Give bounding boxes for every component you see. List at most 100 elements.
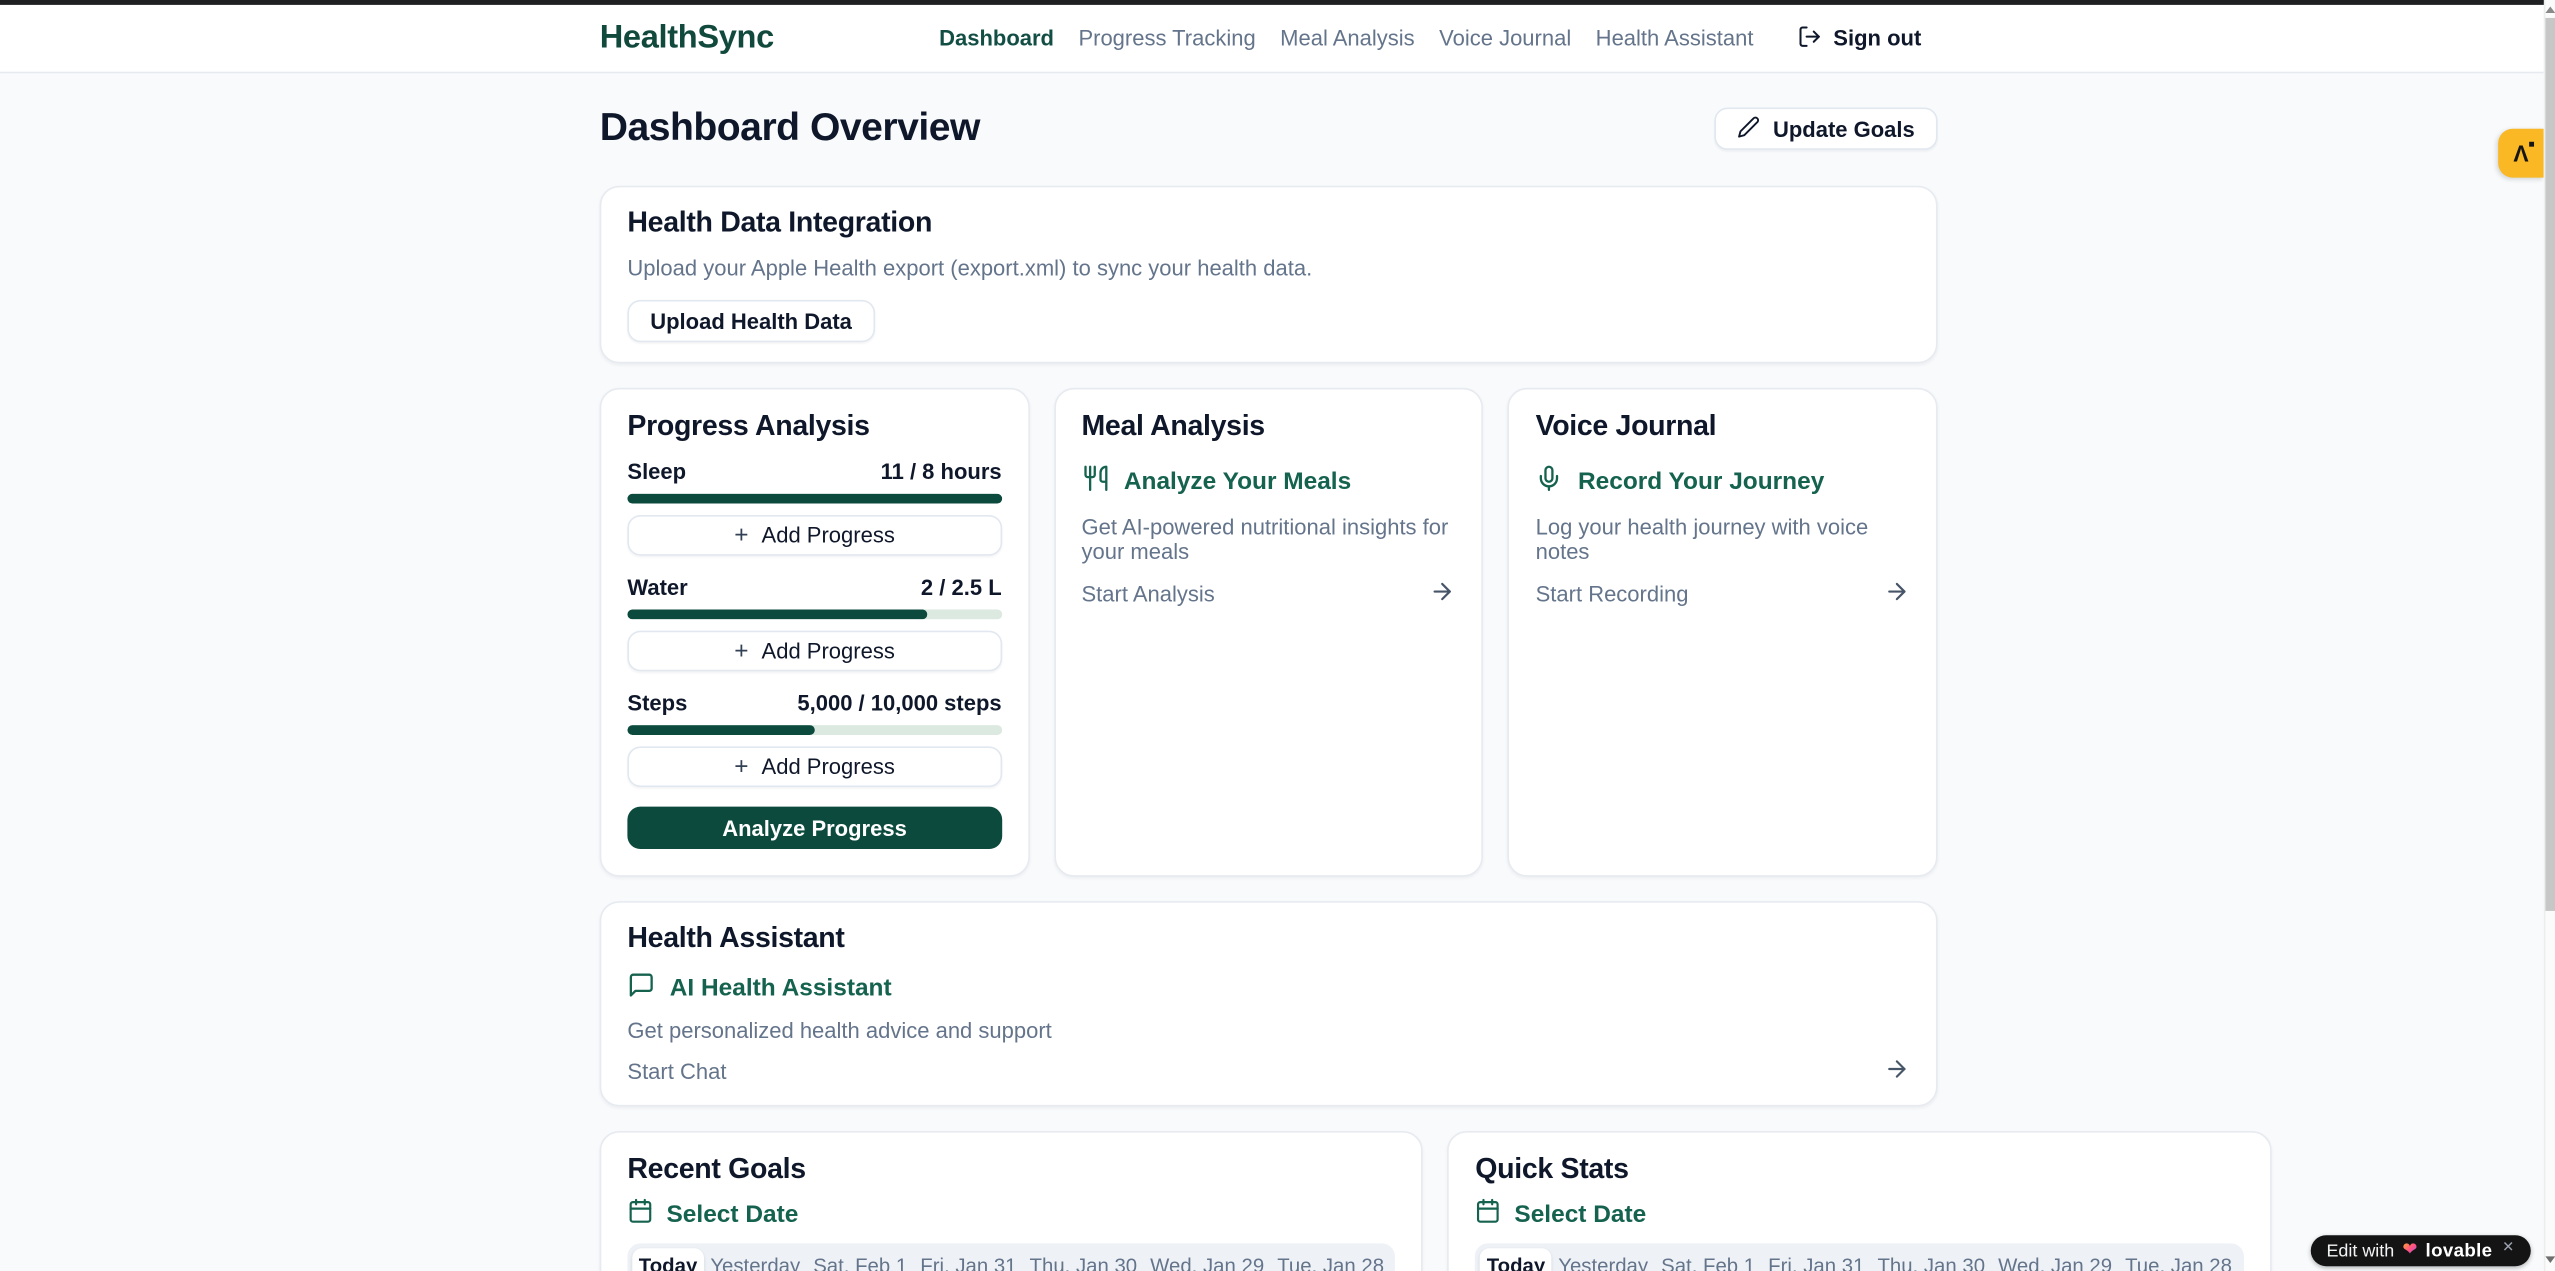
assistant-side-tab[interactable]: Λ — [2498, 129, 2544, 178]
goal-row: Water 2 / 2.5 L + Add Progress — [627, 575, 1001, 691]
card-title: Recent Goals — [627, 1152, 1395, 1186]
date-tab[interactable]: Yesterday — [1552, 1248, 1655, 1271]
add-progress-label: Add Progress — [762, 639, 895, 663]
card-description: Get AI-powered nutritional insights for … — [1081, 515, 1455, 564]
card-description: Log your health journey with voice notes — [1536, 515, 1910, 564]
goal-label: Water — [627, 575, 687, 599]
upload-health-data-button[interactable]: Upload Health Data — [627, 300, 874, 342]
arrow-right-icon — [1884, 579, 1910, 610]
ai-health-assistant-link[interactable]: AI Health Assistant — [627, 971, 1909, 1005]
date-tab[interactable]: Fri, Jan 31 — [914, 1248, 1023, 1271]
calendar-icon — [627, 1198, 653, 1231]
select-date-button[interactable]: Select Date — [627, 1198, 1395, 1231]
progress-track — [627, 609, 1001, 619]
scrollbar-thumb[interactable] — [2545, 18, 2555, 911]
progress-fill — [627, 609, 926, 619]
add-progress-button[interactable]: + Add Progress — [627, 746, 1001, 787]
update-goals-label: Update Goals — [1773, 117, 1915, 141]
update-goals-button[interactable]: Update Goals — [1714, 108, 1937, 150]
utensils-icon — [1081, 464, 1109, 498]
progress-analysis-card: Progress Analysis Sleep 11 / 8 hours — [600, 388, 1030, 877]
meal-analysis-card: Meal Analysis Analyze Your Meals Get AI-… — [1054, 388, 1484, 877]
page-title: Dashboard Overview — [600, 106, 980, 152]
card-description: Get personalized health advice and suppo… — [627, 1019, 1909, 1043]
scrollbar-down-arrow[interactable] — [2545, 1256, 2555, 1263]
quick-stats-card: Quick Stats Select Date TodayYesterdaySa… — [1448, 1131, 2271, 1271]
nav-progress-tracking[interactable]: Progress Tracking — [1078, 26, 1255, 50]
analyze-your-meals-link[interactable]: Analyze Your Meals — [1081, 464, 1455, 498]
date-tab[interactable]: Wed, Jan 29 — [1144, 1248, 1271, 1271]
date-tab[interactable]: Sat, Feb 1 — [1655, 1248, 1762, 1271]
calendar-icon — [1475, 1198, 1501, 1231]
sign-out-button[interactable]: Sign out — [1788, 22, 1931, 55]
nav-health-assistant[interactable]: Health Assistant — [1596, 26, 1754, 50]
date-tab[interactable]: Today — [1480, 1248, 1552, 1271]
pencil-icon — [1737, 115, 1760, 143]
start-recording-action[interactable]: Start Recording — [1536, 579, 1910, 610]
goal-value: 5,000 / 10,000 steps — [797, 691, 1001, 715]
date-tab[interactable]: Tue, Jan 28 — [1271, 1248, 1391, 1271]
record-your-journey-link[interactable]: Record Your Journey — [1536, 464, 1910, 498]
start-chat-action[interactable]: Start Chat — [627, 1056, 1909, 1087]
progress-track — [627, 725, 1001, 735]
date-tab[interactable]: Tue, Jan 28 — [2119, 1248, 2239, 1271]
add-progress-label: Add Progress — [762, 523, 895, 547]
plus-icon: + — [734, 523, 748, 547]
select-date-label: Select Date — [667, 1200, 799, 1228]
date-tab[interactable]: Thu, Jan 30 — [1023, 1248, 1144, 1271]
select-date-button[interactable]: Select Date — [1475, 1198, 2243, 1231]
lovable-close-icon[interactable]: ✕ — [2502, 1238, 2514, 1256]
nav-voice-journal[interactable]: Voice Journal — [1439, 26, 1571, 50]
scrollbar[interactable] — [2544, 0, 2555, 1271]
action-label: Start Recording — [1536, 582, 1689, 606]
nav-meal-analysis[interactable]: Meal Analysis — [1280, 26, 1415, 50]
lovable-badge[interactable]: Edit with ❤ lovable ✕ — [2310, 1235, 2531, 1266]
date-tab[interactable]: Wed, Jan 29 — [1992, 1248, 2119, 1271]
heart-icon: ❤ — [2402, 1242, 2417, 1260]
action-label: Start Analysis — [1081, 582, 1214, 606]
health-assistant-card: Health Assistant AI Health Assistant Get… — [600, 901, 1938, 1106]
add-progress-button[interactable]: + Add Progress — [627, 515, 1001, 556]
health-data-integration-card: Health Data Integration Upload your Appl… — [600, 186, 1938, 364]
arrow-right-icon — [1884, 1056, 1910, 1087]
goal-list: Sleep 11 / 8 hours + Add Progress — [627, 460, 1001, 807]
page: HealthSync Dashboard Progress Tracking M… — [0, 5, 2544, 1271]
card-title: Voice Journal — [1536, 409, 1910, 443]
chat-bubble-icon — [627, 971, 655, 1005]
lovable-brand: lovable — [2426, 1241, 2493, 1261]
select-date-label: Select Date — [1514, 1200, 1646, 1228]
sign-out-label: Sign out — [1833, 26, 1921, 50]
goal-label: Sleep — [627, 460, 686, 484]
analyze-progress-button[interactable]: Analyze Progress — [627, 807, 1001, 849]
goal-label: Steps — [627, 691, 687, 715]
logout-icon — [1797, 24, 1821, 53]
app-root: HealthSync Dashboard Progress Tracking M… — [0, 0, 2555, 1271]
date-tabs: TodayYesterdaySat, Feb 1Fri, Jan 31Thu, … — [627, 1243, 1395, 1271]
date-tab[interactable]: Thu, Jan 30 — [1871, 1248, 1992, 1271]
start-analysis-action[interactable]: Start Analysis — [1081, 579, 1455, 610]
card-title: Progress Analysis — [627, 409, 1001, 443]
card-title: Health Data Integration — [627, 205, 1909, 239]
recent-goals-card: Recent Goals Select Date TodayYesterdayS… — [600, 1131, 1423, 1271]
goal-value: 2 / 2.5 L — [921, 575, 1002, 599]
add-progress-button[interactable]: + Add Progress — [627, 631, 1001, 672]
voice-journal-card: Voice Journal Record Your Journey Log yo… — [1508, 388, 1938, 877]
add-progress-label: Add Progress — [762, 755, 895, 779]
date-tab[interactable]: Fri, Jan 31 — [1762, 1248, 1871, 1271]
app-header: HealthSync Dashboard Progress Tracking M… — [0, 5, 2544, 73]
card-title: Quick Stats — [1475, 1152, 2243, 1186]
plus-icon: + — [734, 755, 748, 779]
date-tab[interactable]: Today — [632, 1248, 704, 1271]
date-tabs: TodayYesterdaySat, Feb 1Fri, Jan 31Thu, … — [1475, 1243, 2243, 1271]
card-description: Upload your Apple Health export (export.… — [627, 256, 1909, 280]
card-title: Meal Analysis — [1081, 409, 1455, 443]
plus-icon: + — [734, 639, 748, 663]
main-nav: Dashboard Progress Tracking Meal Analysi… — [939, 22, 1931, 55]
date-tab[interactable]: Yesterday — [704, 1248, 807, 1271]
card-title: Health Assistant — [627, 921, 1909, 955]
nav-dashboard[interactable]: Dashboard — [939, 26, 1054, 50]
scrollbar-up-arrow[interactable] — [2545, 7, 2555, 14]
date-tab[interactable]: Sat, Feb 1 — [807, 1248, 914, 1271]
goal-row: Steps 5,000 / 10,000 steps + Add Progres… — [627, 691, 1001, 807]
lovable-prefix: Edit with — [2326, 1241, 2394, 1261]
